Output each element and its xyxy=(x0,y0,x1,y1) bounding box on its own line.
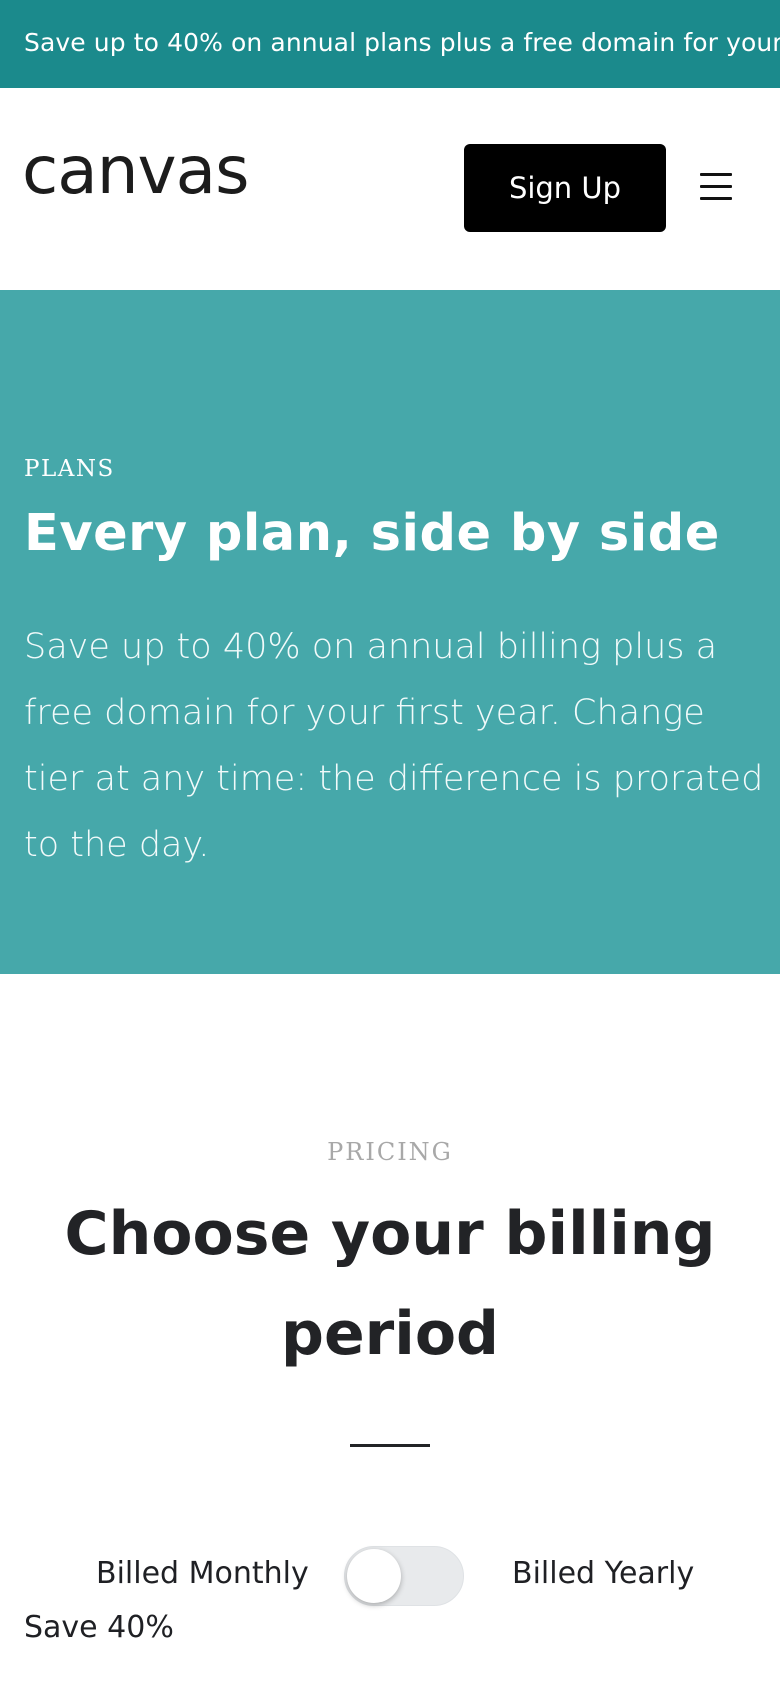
hero-description: Save up to 40% on annual billing plus a … xyxy=(24,627,764,865)
save-badge: Save 40% xyxy=(24,1610,174,1645)
promo-banner: Save up to 40% on annual plans plus a fr… xyxy=(0,0,780,88)
hero-title: Every plan, side by side xyxy=(24,504,720,563)
title-divider xyxy=(350,1444,430,1447)
site-header: canvas Sign Up xyxy=(0,88,780,290)
pricing-title: Choose your billing period xyxy=(64,1199,716,1369)
promo-text: Save up to 40% on annual plans plus a fr… xyxy=(24,28,780,57)
hero-section: PLANS Every plan, side by side Save up t… xyxy=(0,290,780,974)
billing-monthly-label: Billed Monthly xyxy=(96,1556,309,1591)
hamburger-menu-icon[interactable] xyxy=(696,164,736,210)
toggle-knob xyxy=(347,1549,401,1603)
pricing-section: PRICING Choose your billing period Bille… xyxy=(0,974,780,1688)
billing-yearly-label: Billed Yearly xyxy=(512,1556,695,1591)
billing-period-toggle[interactable] xyxy=(344,1546,464,1606)
signup-button[interactable]: Sign Up xyxy=(464,144,666,232)
hero-eyebrow: PLANS xyxy=(24,456,115,482)
canvas-logo[interactable]: canvas xyxy=(22,138,249,204)
pricing-eyebrow: PRICING xyxy=(327,1138,453,1166)
